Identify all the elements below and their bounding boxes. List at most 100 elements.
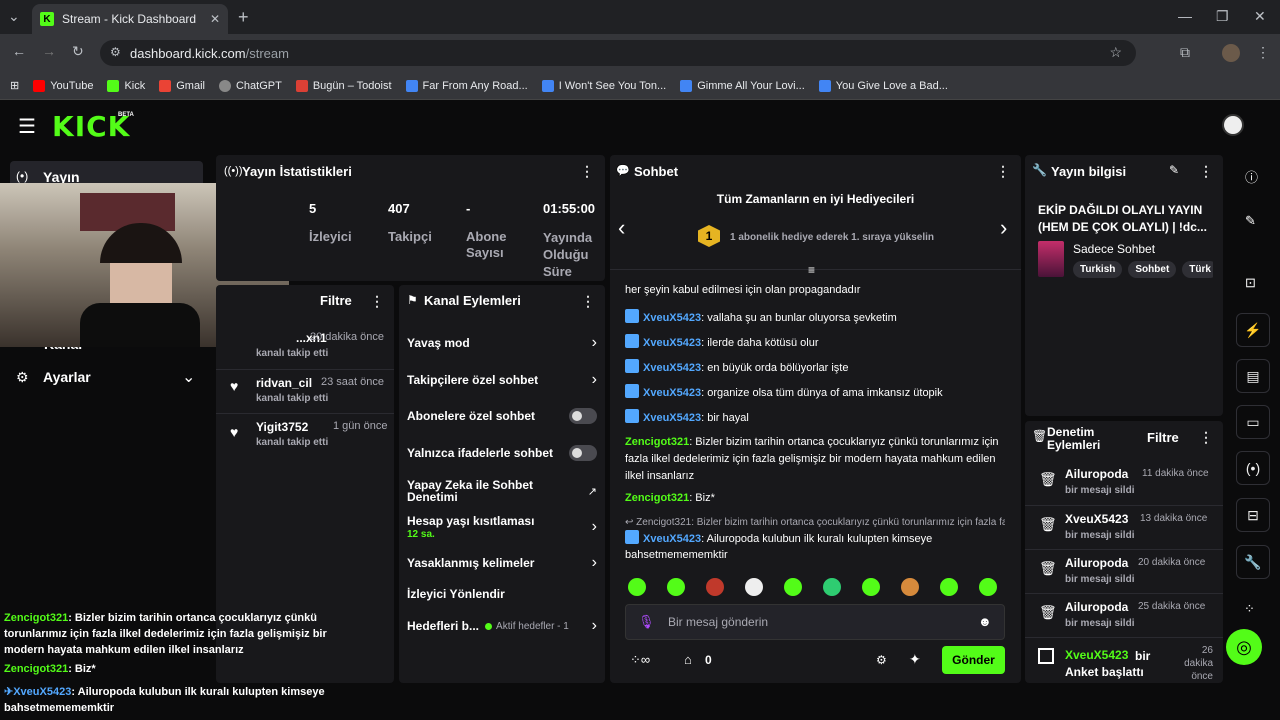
emote-icon[interactable] xyxy=(706,578,724,596)
gifters-prev-icon[interactable]: ‹ xyxy=(618,215,625,241)
subs-only-toggle[interactable] xyxy=(569,408,597,424)
chat-username[interactable]: XveuX5423 xyxy=(643,533,701,545)
chat-username[interactable]: XveuX5423 xyxy=(643,387,701,399)
bookmark-song-2[interactable]: I Won't See You Ton... xyxy=(541,79,666,92)
chat-mod-icon[interactable]: ✦ xyxy=(909,651,921,668)
emote-icon[interactable] xyxy=(940,578,958,596)
notes-icon[interactable]: ▤ xyxy=(1236,359,1270,393)
chat-settings-icon[interactable]: ⚙ xyxy=(876,653,887,667)
mod-log-filter-button[interactable]: Filtre xyxy=(1147,430,1179,445)
gifters-next-icon[interactable]: › xyxy=(1000,215,1007,241)
emotes-only-toggle[interactable] xyxy=(569,445,597,461)
microphone-icon[interactable]: 🎙 xyxy=(638,614,655,630)
tag-chip[interactable]: Turkish xyxy=(1073,261,1123,278)
close-window-icon[interactable]: ✕ xyxy=(1254,8,1266,25)
edit-pencil-icon[interactable]: ✎ xyxy=(1169,163,1179,177)
account-age-row[interactable]: Hesap yaşı kısıtlaması 12 sa. › xyxy=(407,514,597,542)
profile-avatar[interactable] xyxy=(1222,44,1240,62)
chat-username[interactable]: XveuX5423 xyxy=(643,337,701,349)
support-headset-icon[interactable]: ◎ xyxy=(1226,629,1262,665)
activity-filter-button[interactable]: Filtre xyxy=(320,293,352,308)
activity-user[interactable]: Yigit3752 xyxy=(256,420,308,434)
close-tab-icon[interactable]: ✕ xyxy=(210,12,220,26)
apps-grid-icon[interactable]: ⊞ xyxy=(10,79,19,92)
edit-icon[interactable]: ✎ xyxy=(1245,213,1256,229)
info-icon[interactable]: ⓘ xyxy=(1245,167,1258,186)
followers-only-row[interactable]: Takipçilere özel sohbet › xyxy=(407,370,597,390)
goals-row[interactable]: Hedefleri b... Aktif hedefler - 1 › xyxy=(407,616,597,636)
screenshot-icon[interactable]: ⊡ xyxy=(1245,275,1256,291)
bookmark-chatgpt[interactable]: ChatGPT xyxy=(218,79,282,92)
kicks-icon[interactable]: ⁘ xyxy=(1244,601,1255,617)
banned-words-row[interactable]: Yasaklanmış kelimeler › xyxy=(407,553,597,573)
mod-log-user[interactable]: Ailuropoda xyxy=(1065,467,1128,481)
nav-item-ayarlar[interactable]: ⚙ Ayarlar ⌄ xyxy=(16,368,206,388)
send-button[interactable]: Gönder xyxy=(942,646,1005,674)
minimize-icon[interactable]: — xyxy=(1178,8,1192,24)
bookmark-youtube[interactable]: YouTube xyxy=(33,79,93,92)
bookmark-kick[interactable]: Kick xyxy=(107,79,145,92)
bookmark-todoist[interactable]: Bugün – Todoist xyxy=(295,79,392,92)
slow-mode-row[interactable]: Yavaş mod › xyxy=(407,333,597,353)
lightning-icon[interactable]: ⚡ xyxy=(1236,313,1270,347)
emote-icon[interactable] xyxy=(979,578,997,596)
mod-log-user[interactable]: Ailuropoda xyxy=(1065,556,1128,570)
chat-menu-icon[interactable]: ⋮ xyxy=(996,163,1010,180)
hamburger-menu-icon[interactable]: ☰ xyxy=(18,114,36,139)
forward-icon[interactable]: → xyxy=(42,43,56,59)
activity-user[interactable]: ridvan_cil xyxy=(256,376,312,390)
browser-tab[interactable]: K Stream - Kick Dashboard ✕ xyxy=(32,4,228,34)
channel-actions-menu-icon[interactable]: ⋮ xyxy=(581,293,595,310)
tag-chip[interactable]: Türk xyxy=(1182,261,1213,278)
chat-username[interactable]: XveuX5423 xyxy=(643,412,701,424)
chat-username[interactable]: XveuX5423 xyxy=(643,312,701,324)
stats-menu-icon[interactable]: ⋮ xyxy=(580,163,594,180)
gift-icon[interactable]: ⌂ xyxy=(684,652,692,667)
stream-info-menu-icon[interactable]: ⋮ xyxy=(1199,163,1213,180)
bookmark-song-3[interactable]: Gimme All Your Lovi... xyxy=(680,79,805,92)
emote-icon[interactable] xyxy=(667,578,685,596)
emote-icon[interactable] xyxy=(628,578,646,596)
mod-log-user[interactable]: Ailuropoda xyxy=(1065,600,1128,614)
reload-icon[interactable]: ↻ xyxy=(72,43,84,60)
url-input[interactable]: ⚙ dashboard.kick.com/stream ☆ xyxy=(100,40,1136,66)
emote-icon[interactable] xyxy=(784,578,802,596)
bookmark-gmail[interactable]: Gmail xyxy=(159,79,205,92)
extensions-icon[interactable]: ⧉ xyxy=(1180,44,1190,61)
tab-title: Stream - Kick Dashboard xyxy=(62,12,197,26)
user-avatar[interactable] xyxy=(1222,114,1244,136)
broadcast-icon[interactable]: (•) xyxy=(1236,451,1270,485)
chat-username[interactable]: Zencigot321 xyxy=(625,436,689,448)
browser-menu-icon[interactable]: ⋮ xyxy=(1256,44,1270,61)
tag-chip[interactable]: Sohbet xyxy=(1128,261,1177,278)
ai-moderation-row[interactable]: Yapay Zeka ile Sohbet Denetimi ↗ xyxy=(407,477,597,505)
emote-icon[interactable] xyxy=(745,578,763,596)
category-thumbnail[interactable] xyxy=(1038,241,1064,277)
pinned-toggle-icon[interactable]: ≡ xyxy=(808,263,815,277)
maximize-icon[interactable]: ❐ xyxy=(1216,8,1229,25)
bookmark-song-4[interactable]: You Give Love a Bad... xyxy=(818,79,948,92)
mod-log-user[interactable]: XveuX5423 xyxy=(1065,512,1128,526)
layout-icon[interactable]: ⊟ xyxy=(1236,498,1270,532)
site-info-icon[interactable]: ⚙ xyxy=(110,45,121,59)
chat-username[interactable]: XveuX5423 xyxy=(643,362,701,374)
back-icon[interactable]: ← xyxy=(12,43,26,59)
tags-row: Turkish Sohbet Türk xyxy=(1073,261,1213,278)
category-name[interactable]: Sadece Sohbet xyxy=(1073,242,1155,256)
kicks-infinity-icon[interactable]: ⁘∞ xyxy=(630,652,650,668)
emote-icon[interactable] xyxy=(901,578,919,596)
bookmark-star-icon[interactable]: ☆ xyxy=(1109,44,1122,61)
chat-icon[interactable]: ▭ xyxy=(1236,405,1270,439)
emote-icon[interactable] xyxy=(862,578,880,596)
tab-search-icon[interactable]: ⌄ xyxy=(8,8,20,25)
emoji-picker-icon[interactable]: ☻ xyxy=(978,614,992,629)
chat-username[interactable]: Zencigot321 xyxy=(625,492,689,504)
mod-log-menu-icon[interactable]: ⋮ xyxy=(1199,429,1213,446)
tools-icon[interactable]: 🔧 xyxy=(1236,545,1270,579)
chat-input[interactable]: 🎙 Bir mesaj gönderin ☻ xyxy=(625,604,1005,640)
activity-menu-icon[interactable]: ⋮ xyxy=(370,293,384,310)
bookmark-song-1[interactable]: Far From Any Road... xyxy=(405,79,528,92)
raid-row[interactable]: İzleyici Yönlendir xyxy=(407,585,597,603)
new-tab-icon[interactable]: + xyxy=(238,7,249,28)
emote-icon[interactable] xyxy=(823,578,841,596)
